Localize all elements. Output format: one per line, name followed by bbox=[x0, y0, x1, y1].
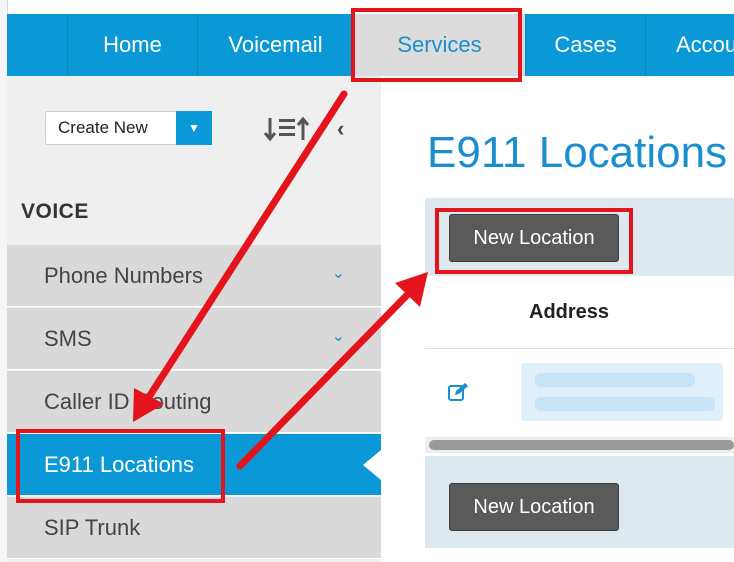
highlight-new-location bbox=[435, 208, 633, 274]
column-header-address[interactable]: Address bbox=[529, 276, 609, 348]
page-title: E911 Locations bbox=[427, 128, 728, 177]
chevron-down-icon[interactable]: ⌄ bbox=[332, 245, 345, 303]
sidebar-item-sip-trunk[interactable]: SIP Trunk bbox=[7, 497, 381, 559]
section-title-voice: VOICE bbox=[21, 200, 89, 223]
scrollbar-thumb[interactable] bbox=[429, 440, 734, 450]
highlight-e911-locations bbox=[16, 429, 225, 503]
nav-tab-cases[interactable]: Cases bbox=[525, 14, 645, 76]
sidebar-item-label: SIP Trunk bbox=[44, 515, 141, 540]
chevron-left-icon[interactable]: ‹ bbox=[337, 116, 344, 142]
highlight-services bbox=[351, 8, 522, 82]
chevron-down-icon[interactable]: ⌄ bbox=[332, 308, 345, 366]
redacted-line bbox=[535, 373, 695, 387]
nav-tab-voicemail[interactable]: Voicemail bbox=[197, 14, 353, 76]
sidebar-item-sms[interactable]: SMS ⌄ bbox=[7, 308, 381, 370]
edit-icon[interactable] bbox=[447, 381, 469, 403]
table-header: Address bbox=[425, 276, 734, 349]
bottom-toolbar: New Location bbox=[425, 456, 734, 548]
sidebar-item-phone-numbers[interactable]: Phone Numbers ⌄ bbox=[7, 245, 381, 307]
sidebar-item-caller-id-routing[interactable]: Caller ID Routing bbox=[7, 371, 381, 433]
sidebar-item-label: SMS bbox=[44, 326, 92, 351]
sidebar-item-label: Caller ID Routing bbox=[44, 389, 212, 414]
redacted-line bbox=[535, 397, 715, 411]
nav-tab-home[interactable]: Home bbox=[67, 14, 197, 76]
sidebar-item-label: Phone Numbers bbox=[44, 263, 203, 288]
horizontal-scrollbar[interactable] bbox=[425, 437, 734, 453]
redacted-address bbox=[521, 363, 723, 421]
create-new-label: Create New bbox=[58, 118, 148, 137]
create-new-dropdown[interactable]: Create New ▼ bbox=[45, 111, 212, 145]
main-panel: E911 Locations New Location Address New … bbox=[381, 106, 734, 562]
new-location-button-bottom[interactable]: New Location bbox=[449, 483, 619, 531]
sort-icon[interactable] bbox=[262, 114, 312, 144]
chevron-down-icon[interactable]: ▼ bbox=[176, 111, 212, 145]
active-indicator bbox=[363, 450, 381, 480]
nav-tab-account[interactable]: Accou bbox=[645, 14, 734, 76]
table-row bbox=[425, 349, 734, 435]
